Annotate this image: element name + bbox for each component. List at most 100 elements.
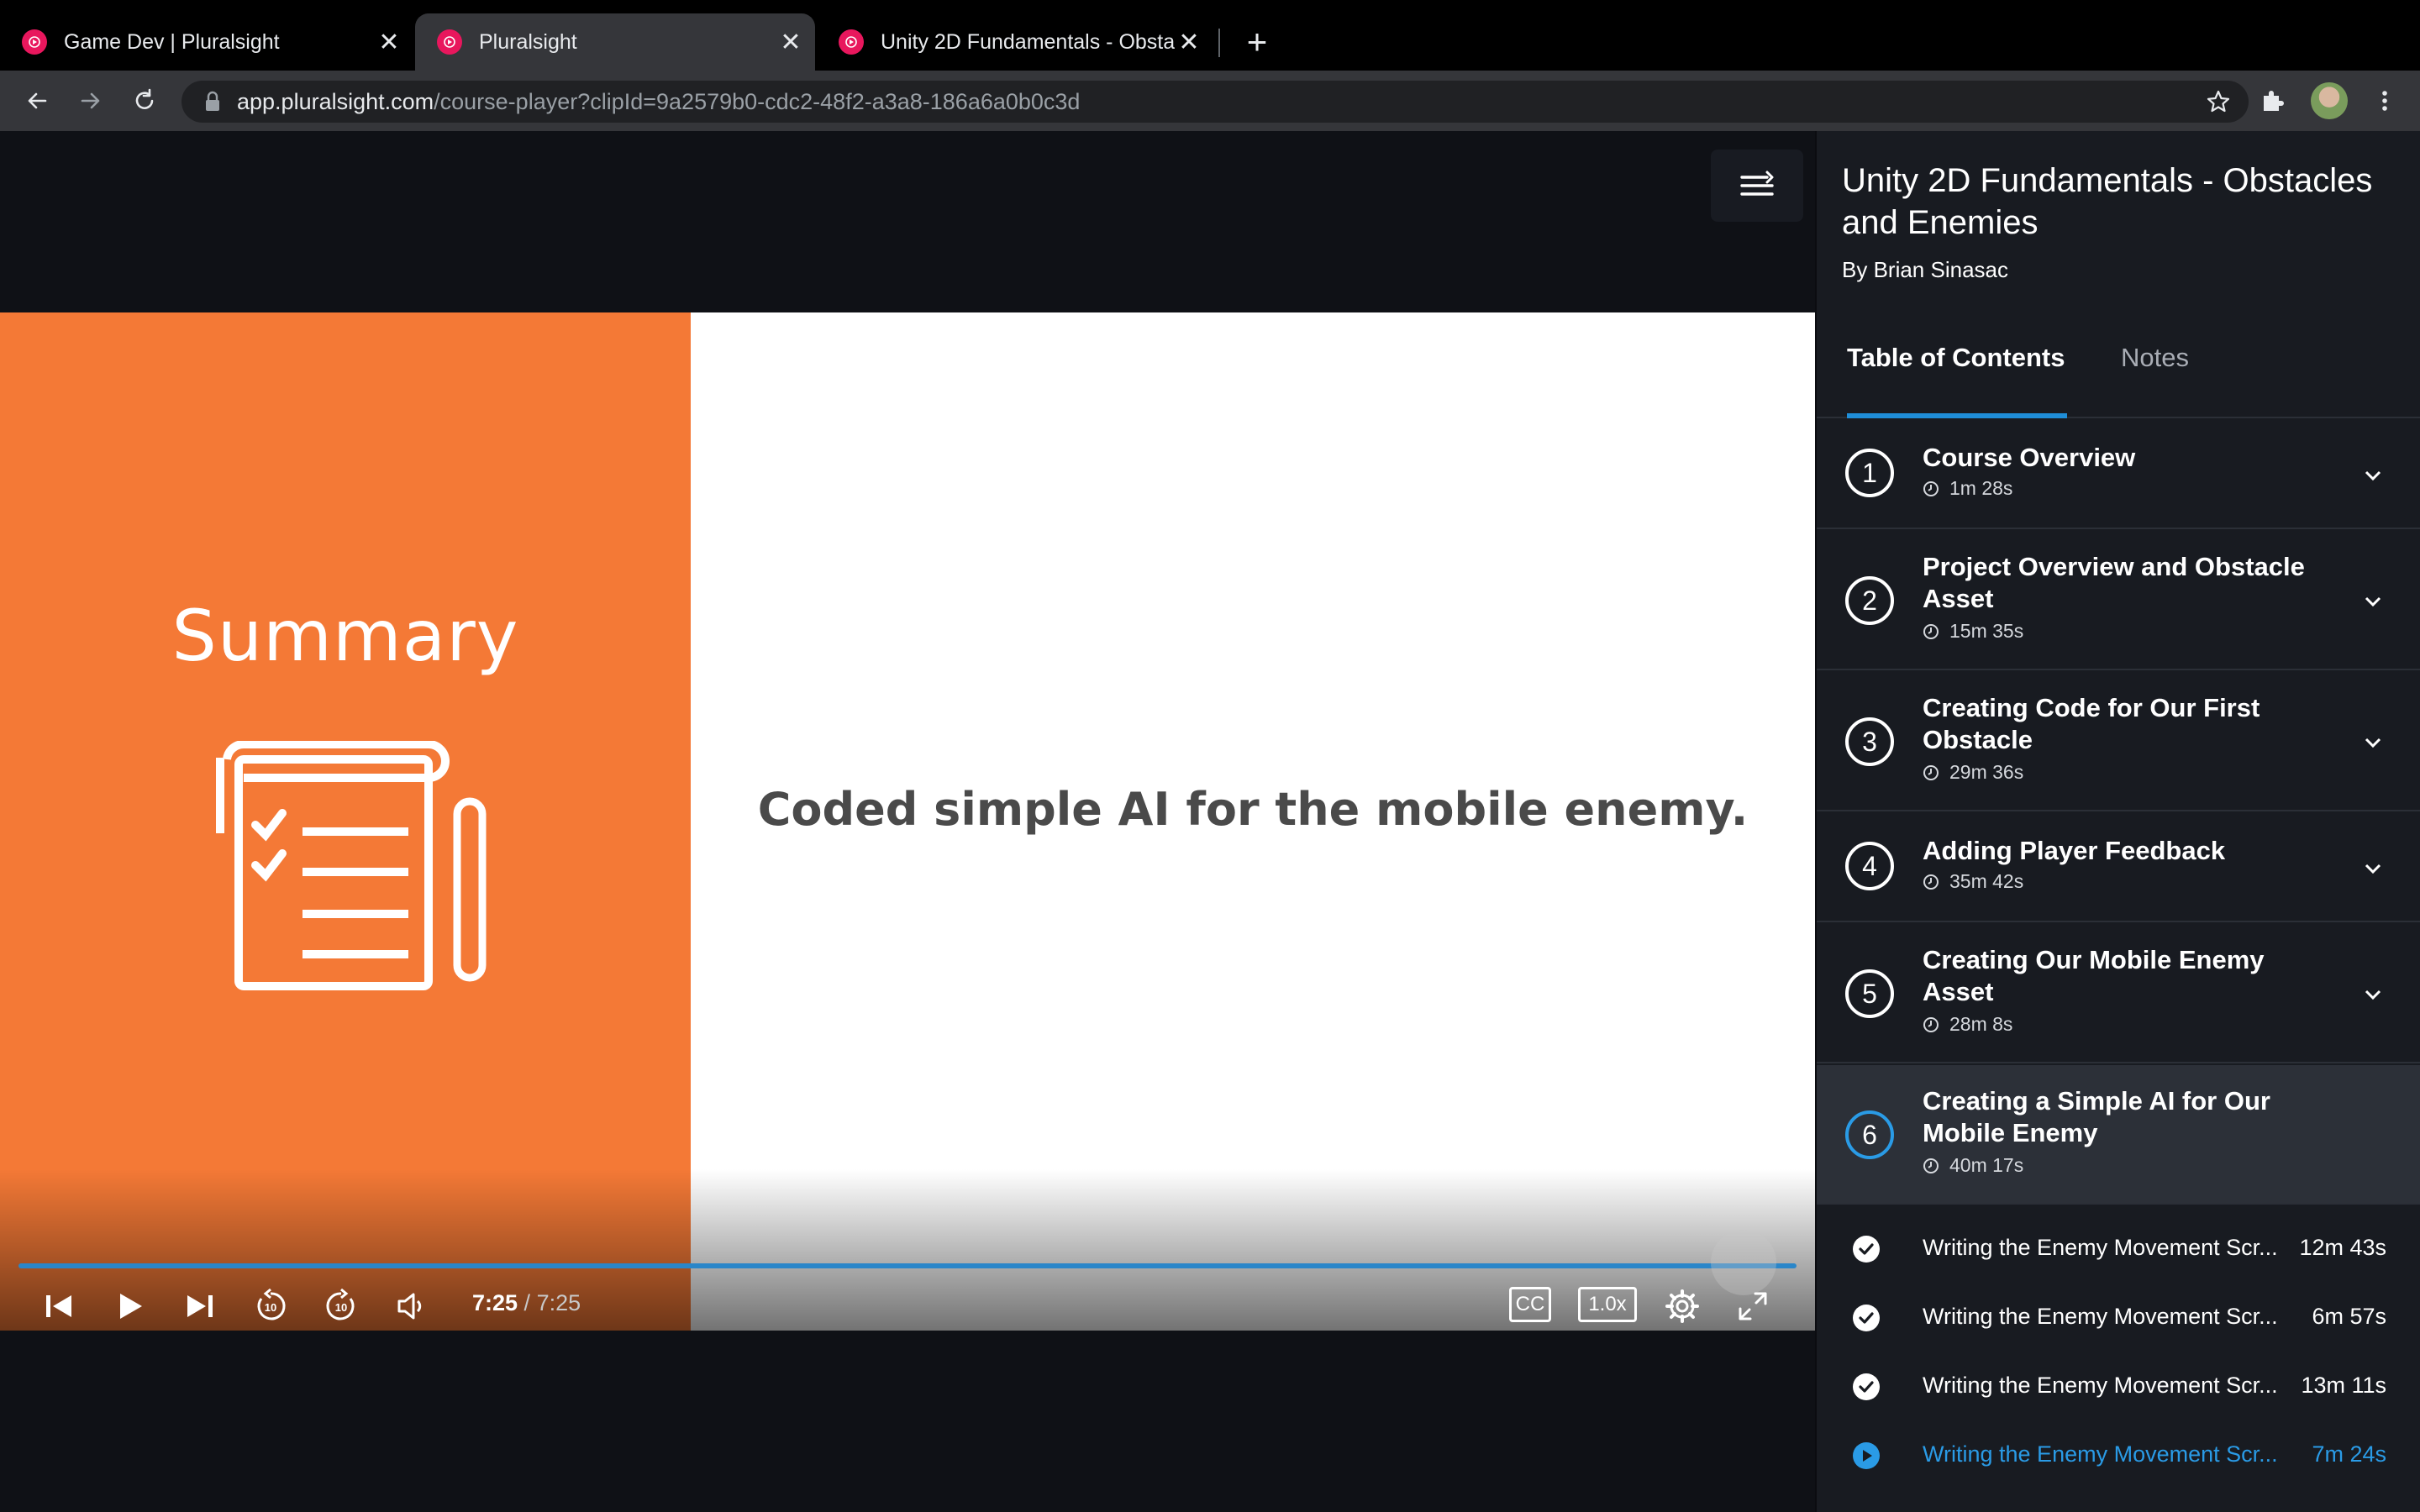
new-tab-button[interactable]: + <box>1239 22 1276 61</box>
module-item-current[interactable]: 6 Creating a Simple AI for Our Mobile En… <box>1817 1065 2420 1205</box>
browser-menu-button[interactable] <box>2366 82 2403 119</box>
check-circle-icon <box>1853 1373 1880 1400</box>
chevron-down-icon[interactable] <box>2361 983 2385 1006</box>
forward-10-icon: 10 <box>326 1288 355 1320</box>
clock-icon <box>1923 1158 1939 1173</box>
settings-button[interactable] <box>1660 1277 1704 1336</box>
module-title: Creating a Simple AI for Our Mobile Enem… <box>1923 1086 2270 1147</box>
module-title: Creating Our Mobile Enemy Asset <box>1923 945 2265 1006</box>
skip-next-icon <box>187 1295 213 1317</box>
lock-icon <box>206 91 219 111</box>
address-bar[interactable]: app.pluralsight.com/course-player?clipId… <box>182 81 2249 123</box>
chevron-down-icon[interactable] <box>2361 731 2385 754</box>
forward-button[interactable] <box>71 81 111 121</box>
clip-duration: 6m 57s <box>2312 1304 2386 1329</box>
close-icon[interactable]: ✕ <box>375 28 403 56</box>
module-number: 3 <box>1845 717 1894 766</box>
time-separator: / <box>518 1290 537 1315</box>
module-number: 1 <box>1845 449 1894 497</box>
next-clip-button[interactable] <box>178 1277 222 1336</box>
module-duration: 28m 8s <box>1923 1013 2012 1036</box>
check-circle-icon <box>1853 1236 1880 1263</box>
arrow-left-icon <box>28 92 47 109</box>
clock-icon <box>1923 623 1939 639</box>
clip-item[interactable]: Writing the Enemy Movement Scr... 12m 43… <box>1817 1215 2420 1284</box>
active-tab-indicator <box>1847 413 2067 418</box>
close-icon[interactable]: ✕ <box>1175 28 1203 56</box>
toggle-sidebar-button[interactable] <box>1711 150 1803 222</box>
reload-icon <box>135 88 154 109</box>
puzzle-icon <box>2264 91 2284 111</box>
slide-body-text: Coded simple AI for the mobile enemy. <box>757 783 1749 836</box>
browser-window: Game Dev | Pluralsight ✕ Pluralsight ✕ U… <box>0 0 2420 1512</box>
browser-tab-game-dev[interactable]: Game Dev | Pluralsight ✕ <box>0 13 413 71</box>
module-title: Creating Code for Our First Obstacle <box>1923 693 2260 754</box>
module-number: 6 <box>1845 1110 1894 1159</box>
module-title: Project Overview and Obstacle Asset <box>1923 552 2305 613</box>
clip-title: Writing the Enemy Movement Scr... <box>1923 1235 2278 1260</box>
clip-title: Writing the Enemy Movement Scr... <box>1923 1373 2278 1398</box>
module-item[interactable]: 5 Creating Our Mobile Enemy Asset 28m 8s <box>1817 924 2420 1063</box>
chevron-down-icon[interactable] <box>2361 464 2385 487</box>
browser-tab-unity-course[interactable]: Unity 2D Fundamentals - Obsta ✕ <box>817 13 1213 71</box>
volume-button[interactable] <box>390 1277 434 1336</box>
clock-icon <box>1923 480 1939 496</box>
course-sidebar: Unity 2D Fundamentals - Obstacles and En… <box>1815 131 2420 1512</box>
play-button[interactable] <box>108 1277 151 1336</box>
module-item[interactable]: 4 Adding Player Feedback 35m 42s <box>1817 813 2420 922</box>
slide-title: Summary <box>171 595 519 677</box>
chevron-down-icon[interactable] <box>2361 857 2385 880</box>
pluralsight-favicon-icon <box>22 29 47 55</box>
module-number: 2 <box>1845 576 1894 625</box>
browser-tab-pluralsight[interactable]: Pluralsight ✕ <box>415 13 815 71</box>
reload-button[interactable] <box>124 81 165 121</box>
tab-separator <box>1218 29 1220 57</box>
tab-title: Pluralsight <box>479 29 577 54</box>
module-title: Adding Player Feedback <box>1923 836 2226 865</box>
tab-notes[interactable]: Notes <box>2121 343 2189 373</box>
module-item[interactable]: 3 Creating Code for Our First Obstacle 2… <box>1817 672 2420 811</box>
module-title: Course Overview <box>1923 443 2136 472</box>
back-button[interactable] <box>17 81 57 121</box>
menu-collapse-icon <box>1740 171 1774 196</box>
captions-button[interactable]: CC <box>1509 1287 1551 1322</box>
volume-icon <box>397 1293 422 1320</box>
module-item[interactable]: 2 Project Overview and Obstacle Asset 15… <box>1817 531 2420 670</box>
module-duration: 35m 42s <box>1923 870 2023 893</box>
extensions-button[interactable] <box>2254 82 2291 119</box>
video-frame[interactable]: Summary Coded simple AI for the mobile e… <box>0 312 1815 1331</box>
forward-10-button[interactable]: 10 <box>319 1277 363 1336</box>
course-author: By Brian Sinasac <box>1842 257 2008 282</box>
rewind-10-button[interactable]: 10 <box>249 1277 292 1336</box>
chevron-down-icon[interactable] <box>2361 590 2385 613</box>
seek-bar[interactable] <box>18 1263 1797 1268</box>
module-duration: 29m 36s <box>1923 761 2023 784</box>
close-icon[interactable]: ✕ <box>776 28 805 56</box>
checklist-icon <box>216 741 487 990</box>
module-duration: 40m 17s <box>1923 1154 2023 1177</box>
bookmark-star-icon[interactable] <box>2205 88 2232 115</box>
rewind-10-icon: 10 <box>257 1288 286 1320</box>
playback-time: 7:25 / 7:25 <box>472 1290 581 1316</box>
url-domain: app.pluralsight.com <box>237 88 434 114</box>
expand-icon <box>1739 1292 1767 1320</box>
clock-icon <box>1923 874 1939 890</box>
clock-icon <box>1923 764 1939 780</box>
profile-avatar[interactable] <box>2311 82 2348 119</box>
gear-icon <box>1665 1289 1699 1323</box>
clock-icon <box>1923 1016 1939 1032</box>
tab-table-of-contents[interactable]: Table of Contents <box>1847 343 2065 373</box>
previous-clip-button[interactable] <box>37 1277 81 1336</box>
module-item[interactable]: 1 Course Overview 1m 28s <box>1817 420 2420 529</box>
current-time: 7:25 <box>472 1290 518 1315</box>
clip-item-current[interactable]: Writing the Enemy Movement Scr... 7m 24s <box>1817 1421 2420 1490</box>
fullscreen-button[interactable] <box>1731 1277 1775 1336</box>
clip-duration: 7m 24s <box>2312 1441 2386 1467</box>
clip-item[interactable]: Writing the Enemy Movement Scr... 13m 11… <box>1817 1352 2420 1421</box>
module-duration: 1m 28s <box>1923 477 2012 500</box>
playback-speed-button[interactable]: 1.0x <box>1578 1287 1637 1322</box>
browser-toolbar: app.pluralsight.com/course-player?clipId… <box>0 71 2420 131</box>
course-title: Unity 2D Fundamentals - Obstacles and En… <box>1842 162 2373 241</box>
clip-item[interactable]: Writing the Enemy Movement Scr... 6m 57s <box>1817 1284 2420 1352</box>
arrow-right-icon <box>81 92 100 109</box>
